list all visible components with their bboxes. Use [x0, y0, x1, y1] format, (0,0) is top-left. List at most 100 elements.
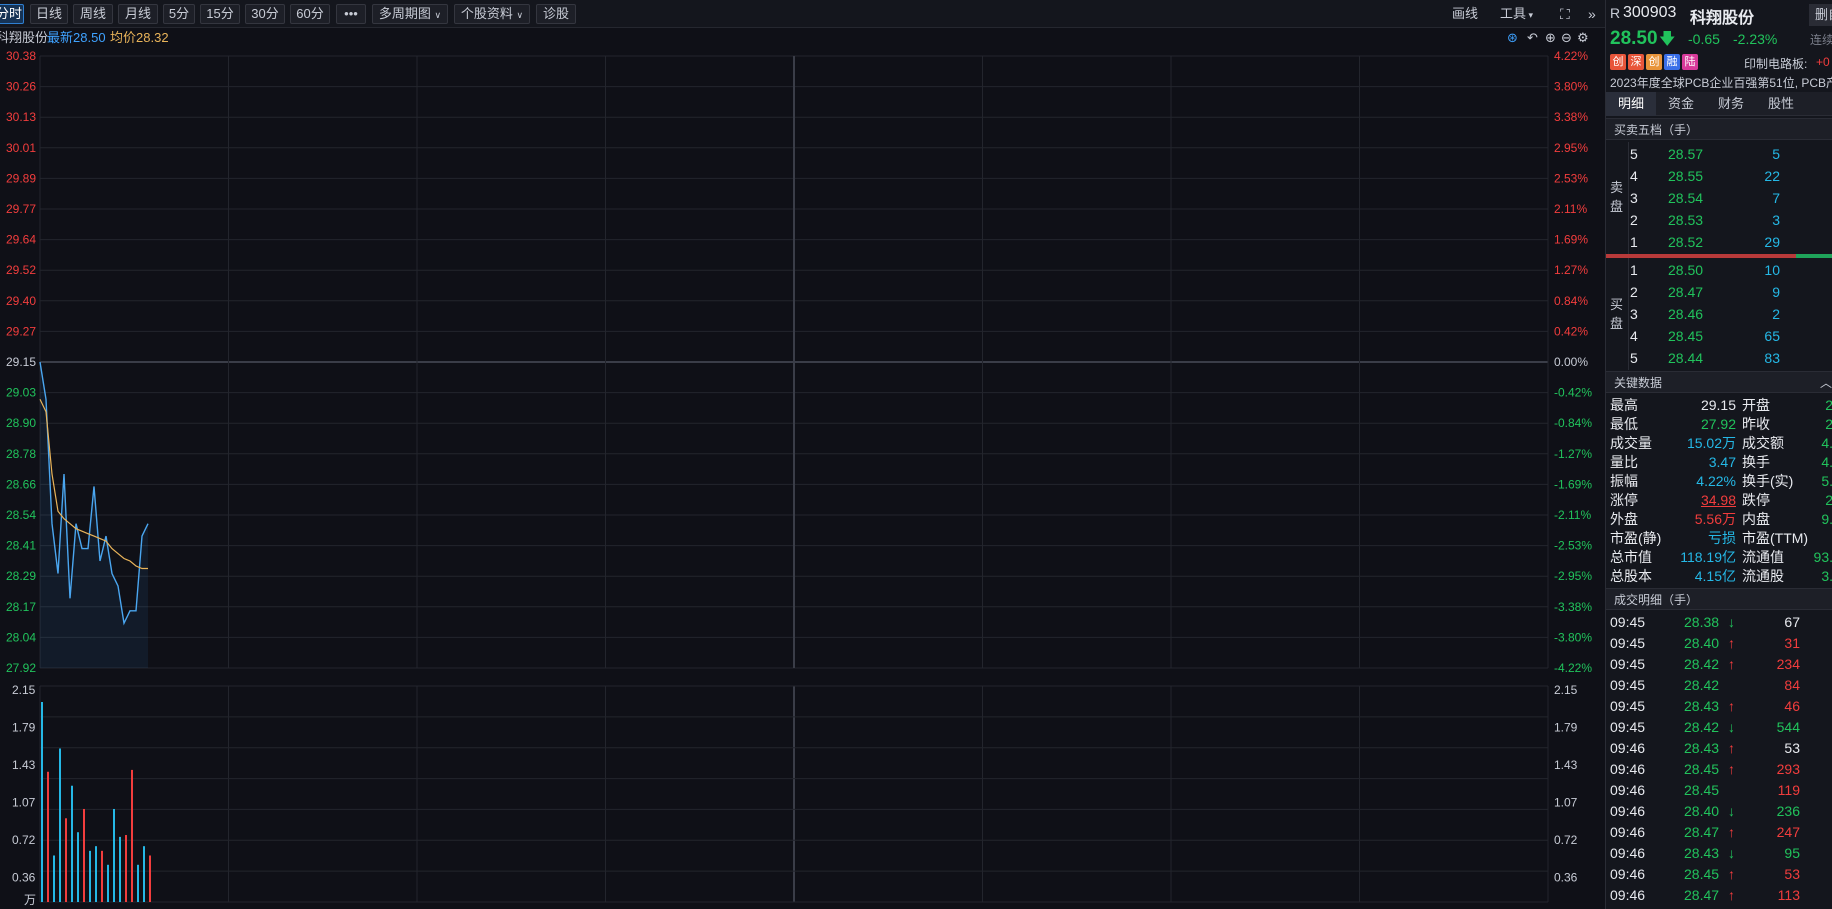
settings-circle-icon[interactable]: ⊛	[1507, 28, 1518, 47]
key-data-label: 成交额	[1742, 435, 1784, 451]
orderbook-row[interactable]: 5 28.57 5	[1630, 143, 1832, 165]
tab-60min[interactable]: 60分	[290, 4, 330, 24]
tab-intraday[interactable]: 分时	[0, 4, 24, 24]
volume-bar	[71, 785, 73, 902]
stock-tag-badge[interactable]: 创	[1646, 54, 1662, 70]
latest-price-caption: 最新	[47, 30, 74, 45]
diagnose-button[interactable]: 诊股	[536, 4, 576, 24]
arrow-up-icon: ↑	[1728, 824, 1735, 840]
trade-time: 09:46	[1610, 845, 1646, 861]
buy-label-char: 盘	[1610, 316, 1624, 331]
orderbook-row[interactable]: 2 28.53 3	[1630, 209, 1832, 231]
key-data-label: 总股本	[1610, 568, 1652, 584]
stock-info-dropdown[interactable]: 个股资料 ∨	[454, 4, 530, 24]
pct-tick-label: -3.38%	[1554, 600, 1592, 614]
sell-side-label: 卖盘	[1610, 178, 1623, 216]
sector-label[interactable]: 印制电路板:	[1744, 55, 1807, 72]
stock-tag-badge[interactable]: 融	[1664, 54, 1680, 70]
pct-tick-label: -0.84%	[1554, 416, 1592, 430]
delete-self-button[interactable]: 删自	[1809, 4, 1832, 26]
price-tick-label: 29.40	[6, 294, 36, 308]
gear-icon[interactable]: ⚙	[1577, 28, 1589, 47]
quote-panel: R 300903 科翔股份 删自 28.50 🡇 -0.65 -2.23% 连续…	[1605, 0, 1832, 909]
orderbook-row[interactable]: 2 28.47 9	[1630, 281, 1832, 303]
chevron-up-icon[interactable]: ︿	[1820, 372, 1832, 394]
collapse-panel-icon[interactable]: »	[1588, 4, 1596, 24]
orderbook-price: 28.57	[1668, 146, 1704, 162]
stock-tag-badge[interactable]: 创	[1610, 54, 1626, 70]
intraday-chart[interactable]: 30.38 4.22% 30.26 3.80% 30.13 3.38% 30.01 2.95%…	[0, 47, 1605, 909]
key-data-value: 3.47	[1708, 454, 1736, 470]
volume-tick-label-right: 0.72	[1554, 833, 1578, 847]
price-tick-label: 30.26	[6, 80, 36, 94]
fullscreen-icon[interactable]: ⛶	[1560, 4, 1570, 24]
orderbook-price: 28.54	[1668, 190, 1704, 206]
orderbook-volume: 5	[1772, 146, 1780, 162]
tab-5min[interactable]: 5分	[163, 4, 195, 24]
price-tick-label: 29.64	[6, 233, 36, 247]
orderbook-price: 28.50	[1668, 262, 1704, 278]
price-change-pct: -2.23%	[1733, 31, 1778, 47]
volume-tick-label: 0.36	[12, 871, 36, 885]
tab-finance[interactable]: 财务	[1706, 92, 1756, 116]
key-data-label: 昨收	[1742, 416, 1770, 432]
pct-tick-label: -1.27%	[1554, 447, 1592, 461]
orderbook-row[interactable]: 4 28.45 65	[1630, 325, 1832, 347]
trade-row: 09:45 28.40 ↑ 31	[1606, 633, 1832, 654]
trade-row: 09:46 28.45 ↑ 293	[1606, 759, 1832, 780]
stock-tag-badge[interactable]: 深	[1628, 54, 1644, 70]
trade-row: 09:45 28.42 84	[1606, 675, 1832, 696]
trade-time: 09:46	[1610, 803, 1646, 819]
tab-stock-nature[interactable]: 股性	[1756, 92, 1806, 116]
stock-description: 2023年度全球PCB企业百强第51位, PCB产	[1610, 76, 1832, 90]
volume-tick-label: 0.72	[12, 833, 36, 847]
price-tick-label: 29.27	[6, 324, 36, 338]
key-data-value: 2	[1806, 415, 1832, 434]
stock-tag-badge[interactable]: 陆	[1682, 54, 1698, 70]
arrow-up-icon: ↑	[1728, 698, 1735, 714]
price-tick-label: 28.90	[6, 416, 36, 430]
tab-daily[interactable]: 日线	[30, 4, 68, 24]
undo-icon[interactable]: ↶	[1527, 28, 1538, 47]
key-data-value: 4.15亿	[1694, 568, 1736, 584]
sell-label-char: 盘	[1610, 199, 1624, 214]
trades-title: 成交明细（手）	[1606, 588, 1832, 610]
volume-bar	[59, 748, 61, 902]
tab-15min[interactable]: 15分	[200, 4, 240, 24]
tab-30min[interactable]: 30分	[245, 4, 285, 24]
trade-row: 09:46 28.43 ↓ 95	[1606, 843, 1832, 864]
price-tick-label: 28.54	[6, 508, 36, 522]
orderbook-row[interactable]: 4 28.55 22	[1630, 165, 1832, 187]
sell-label-char: 卖	[1610, 180, 1624, 195]
draw-line-button[interactable]: 画线	[1452, 4, 1478, 24]
more-periods-button[interactable]: •••	[336, 4, 366, 24]
orderbook-volume: 83	[1764, 350, 1780, 366]
orderbook-row[interactable]: 1 28.52 29	[1630, 231, 1832, 253]
tab-detail[interactable]: 明细	[1606, 92, 1656, 116]
orderbook-row[interactable]: 3 28.54 7	[1630, 187, 1832, 209]
orderbook-volume: 7	[1772, 190, 1780, 206]
tab-weekly[interactable]: 周线	[73, 4, 113, 24]
orderbook-row[interactable]: 1 28.50 10	[1630, 259, 1832, 281]
trade-volume: 119	[1777, 782, 1800, 798]
volume-bar	[143, 846, 145, 902]
pct-tick-label: 1.27%	[1554, 263, 1588, 277]
orderbook-row[interactable]: 5 28.44 83	[1630, 347, 1832, 369]
trade-price: 28.42	[1684, 656, 1720, 672]
volume-tick-label-right: 0.36	[1554, 871, 1578, 885]
multi-period-dropdown[interactable]: 多周期图 ∨	[372, 4, 448, 24]
tab-monthly[interactable]: 月线	[118, 4, 158, 24]
tools-dropdown[interactable]: 工具 ▾	[1500, 4, 1533, 24]
tab-fund[interactable]: 资金	[1656, 92, 1706, 116]
trade-price: 28.45	[1684, 782, 1720, 798]
price-tick-label: 30.13	[6, 110, 36, 124]
pct-tick-label: 3.38%	[1554, 110, 1588, 124]
arrow-down-icon: ↓	[1728, 614, 1735, 630]
orderbook-row[interactable]: 3 28.46 2	[1630, 303, 1832, 325]
zoom-in-icon[interactable]: ⊕	[1545, 28, 1556, 47]
zoom-out-icon[interactable]: ⊖	[1561, 28, 1572, 47]
trade-volume: 53	[1784, 740, 1800, 756]
volume-tick-label: 1.43	[12, 758, 36, 772]
price-tick-label: 28.04	[6, 630, 36, 644]
trade-volume: 67	[1784, 614, 1800, 630]
